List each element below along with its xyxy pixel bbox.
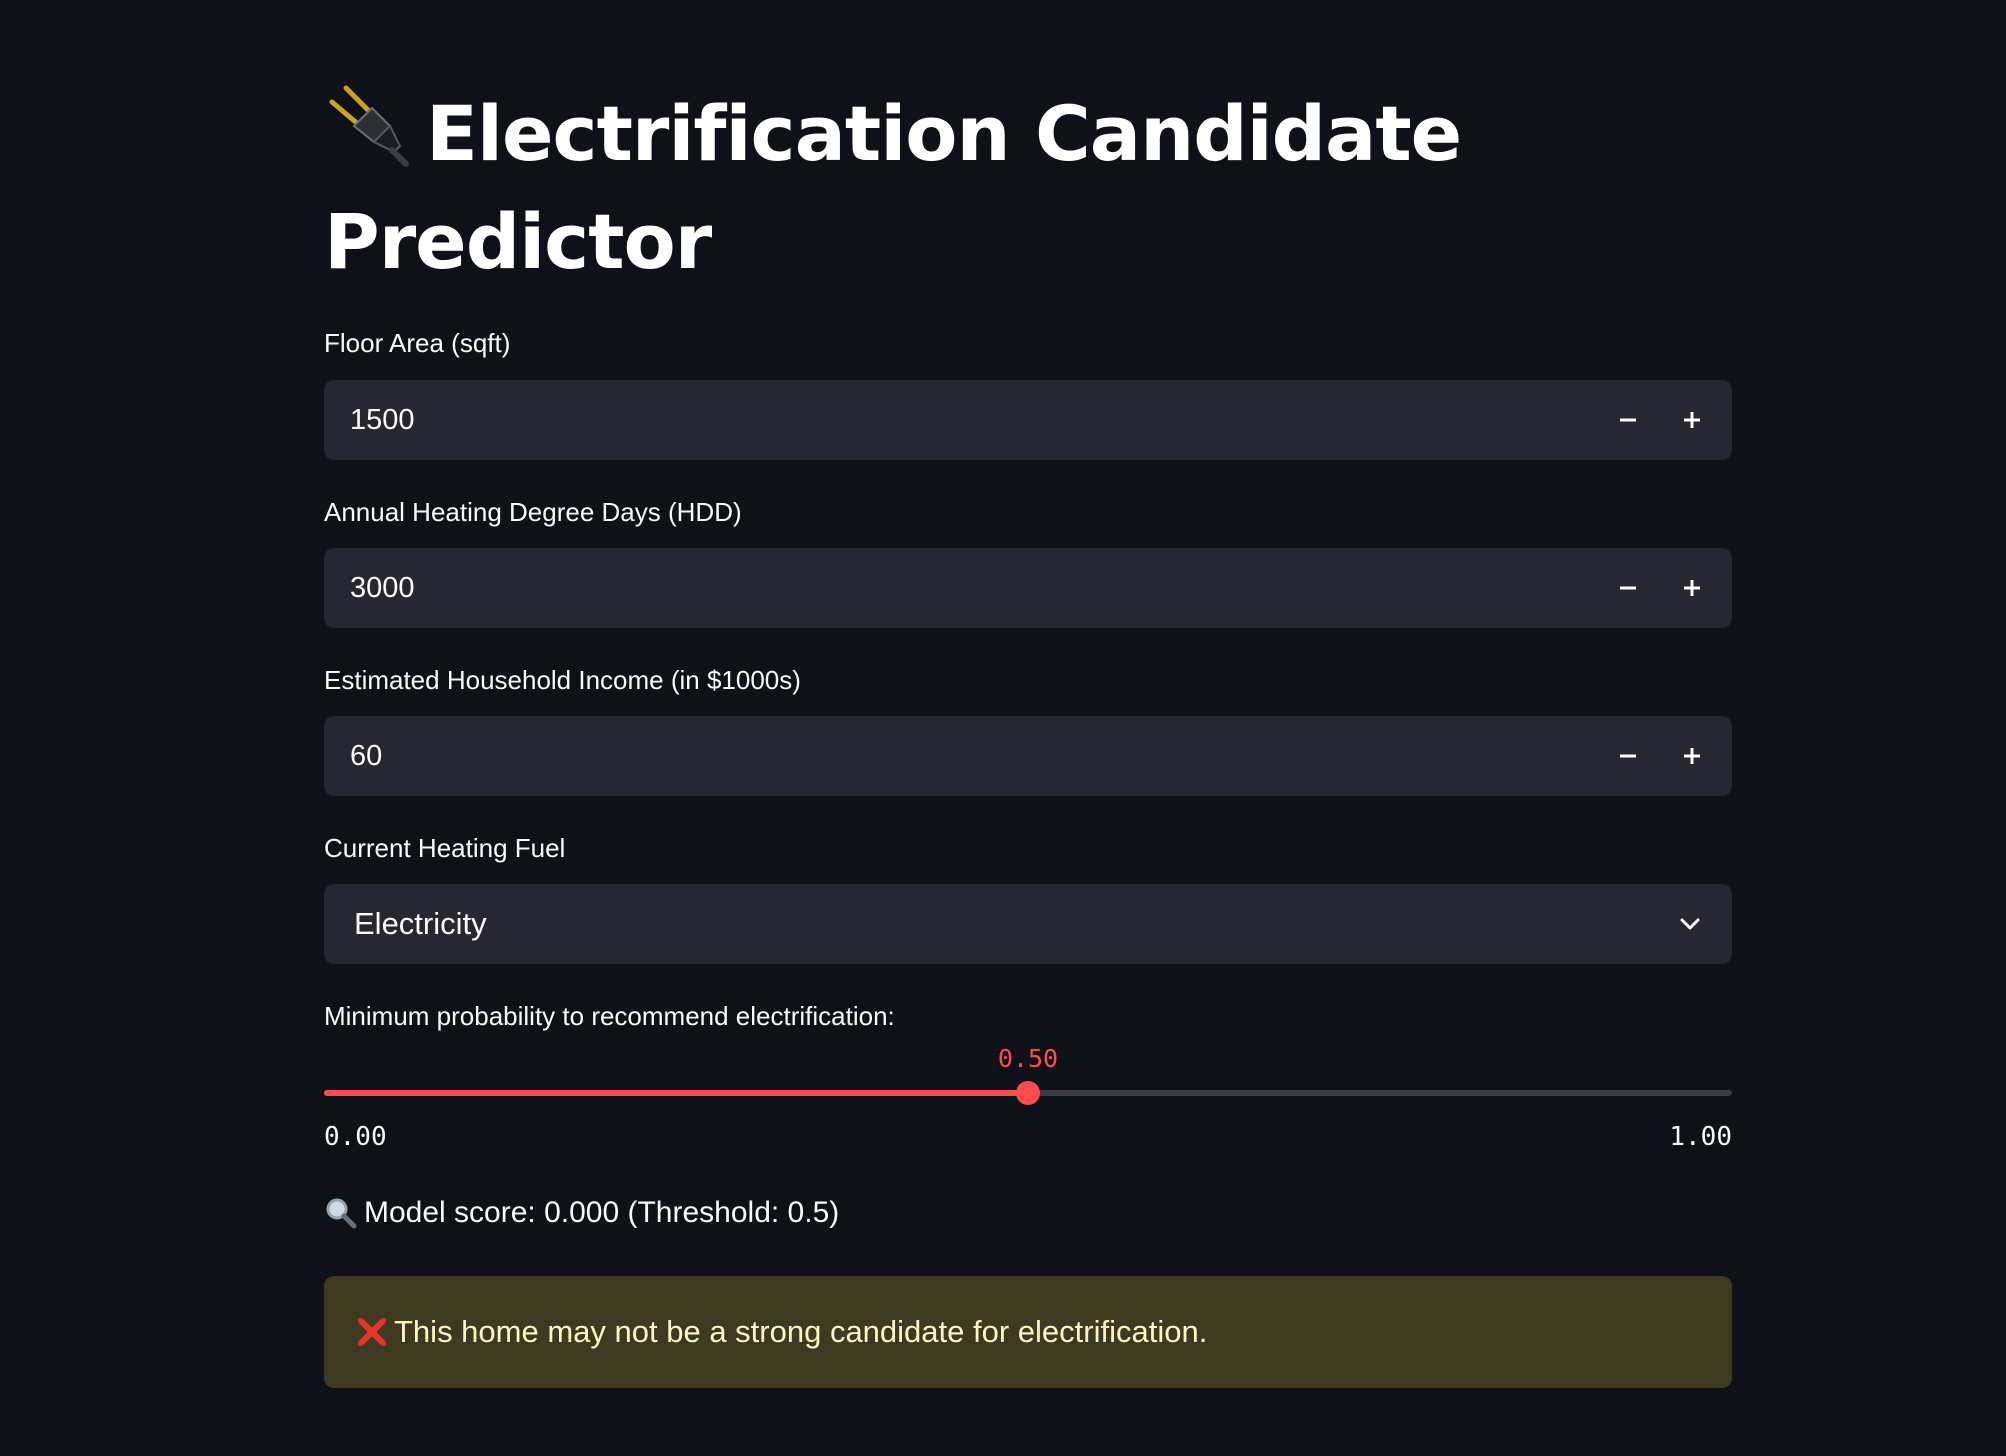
threshold-slider-label: Minimum probability to recommend electri… — [324, 1001, 895, 1031]
income-label: Estimated Household Income (in $1000s) — [324, 665, 801, 695]
threshold-slider-track[interactable] — [324, 1081, 1732, 1105]
minus-icon — [1620, 754, 1636, 758]
income-value[interactable]: 60 — [350, 716, 382, 796]
hdd-label: Annual Heating Degree Days (HDD) — [324, 497, 742, 527]
chevron-down-icon — [1680, 918, 1700, 930]
model-score-line: Model score: 0.000 (Threshold: 0.5) — [324, 1196, 839, 1230]
page-title: Electrification Candidate Predictor — [324, 80, 1474, 296]
cross-mark-icon — [358, 1318, 386, 1346]
minus-icon — [1620, 418, 1636, 422]
threshold-slider-thumb[interactable] — [1016, 1081, 1040, 1105]
floor-area-decrement-button[interactable] — [1596, 380, 1660, 460]
warning-alert-text: This home may not be a strong candidate … — [394, 1314, 1208, 1349]
page-title-text: Electrification Candidate Predictor — [324, 89, 1462, 286]
threshold-slider-min: 0.00 — [324, 1122, 387, 1152]
floor-area-label: Floor Area (sqft) — [324, 328, 511, 358]
income-increment-button[interactable] — [1660, 716, 1724, 796]
plus-icon — [1684, 748, 1700, 764]
threshold-slider-value: 0.50 — [997, 1044, 1059, 1073]
plus-icon — [1684, 580, 1700, 596]
hdd-value[interactable]: 3000 — [350, 548, 415, 628]
warning-alert: This home may not be a strong candidate … — [324, 1276, 1732, 1388]
model-score-text: Model score: 0.000 (Threshold: 0.5) — [364, 1196, 840, 1229]
floor-area-input[interactable]: 1500 — [324, 380, 1732, 460]
floor-area-value[interactable]: 1500 — [350, 380, 415, 460]
hdd-increment-button[interactable] — [1660, 548, 1724, 628]
heating-fuel-select[interactable]: Electricity — [324, 884, 1732, 964]
electric-plug-icon — [329, 85, 409, 167]
magnifying-glass-icon — [326, 1198, 357, 1229]
heating-fuel-label: Current Heating Fuel — [324, 833, 566, 863]
income-input[interactable]: 60 — [324, 716, 1732, 796]
income-decrement-button[interactable] — [1596, 716, 1660, 796]
threshold-slider-max: 1.00 — [1669, 1122, 1732, 1152]
plus-icon — [1684, 412, 1700, 428]
minus-icon — [1620, 586, 1636, 590]
threshold-slider-fill — [324, 1090, 1028, 1096]
heating-fuel-selected: Electricity — [354, 906, 487, 941]
hdd-input[interactable]: 3000 — [324, 548, 1732, 628]
floor-area-increment-button[interactable] — [1660, 380, 1724, 460]
hdd-decrement-button[interactable] — [1596, 548, 1660, 628]
